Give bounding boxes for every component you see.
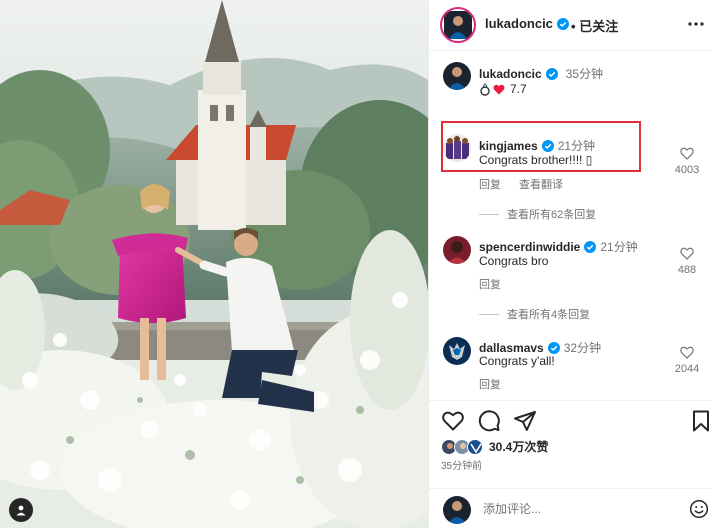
liker-avatar bbox=[467, 438, 483, 455]
commenter-avatar-image bbox=[443, 134, 471, 162]
reply-button[interactable]: 回复 bbox=[479, 276, 501, 292]
commenter-avatar[interactable] bbox=[443, 337, 471, 365]
commenter-avatar[interactable] bbox=[443, 236, 471, 264]
share-icon[interactable] bbox=[513, 409, 537, 433]
author-username[interactable]: lukadoncic bbox=[485, 16, 553, 31]
view-replies-button[interactable]: 查看所有62条回复 bbox=[479, 206, 596, 222]
replies-divider bbox=[479, 313, 499, 315]
smiley-icon[interactable] bbox=[689, 499, 709, 519]
commenter-username[interactable]: spencerdinwiddie bbox=[479, 240, 580, 254]
missing-glyph: ▯ bbox=[585, 153, 593, 167]
post-header: lukadoncic • 已关注 bbox=[429, 0, 712, 51]
caption-time[interactable]: 35分钟 bbox=[566, 65, 603, 82]
comment-item: dallasmavs 32分钟 Congrats y'all! 回复 2044 bbox=[429, 334, 712, 394]
verified-badge-icon bbox=[547, 341, 560, 354]
comment-text: Congrats bro bbox=[479, 254, 549, 268]
see-translation-button[interactable]: 查看翻译 bbox=[519, 176, 563, 192]
comment-message: Congrats brother!!!! bbox=[479, 153, 586, 167]
caption-text: 7.7 bbox=[479, 82, 527, 96]
likes-count[interactable]: 30.4万次赞 bbox=[489, 438, 548, 455]
proposal-photo-image bbox=[0, 0, 428, 528]
author-avatar[interactable] bbox=[440, 7, 476, 43]
post-detail-panel: lukadoncic • 已关注 lukadoncic 35分钟 7.7 kin… bbox=[428, 0, 712, 528]
caption-message: 7.7 bbox=[510, 82, 527, 96]
comment-actions: 回复 bbox=[479, 276, 501, 292]
commenter-avatar-image bbox=[443, 236, 471, 264]
comment-like-count: 2044 bbox=[674, 363, 700, 375]
heart-outline-icon[interactable] bbox=[680, 346, 694, 359]
comment-item: spencerdinwiddie 21分钟 Congrats bro 回复 48… bbox=[429, 233, 712, 323]
caption-header: lukadoncic 35分钟 bbox=[479, 65, 603, 82]
view-replies-label[interactable]: 查看所有62条回复 bbox=[507, 206, 596, 222]
follow-status-label[interactable]: 已关注 bbox=[579, 19, 618, 34]
caption-username[interactable]: lukadoncic bbox=[479, 67, 542, 81]
user-tag-icon bbox=[16, 505, 26, 516]
commenter-username[interactable]: kingjames bbox=[479, 139, 538, 153]
author-username-row[interactable]: lukadoncic bbox=[485, 16, 569, 31]
red-heart-icon bbox=[493, 84, 505, 94]
comment-time[interactable]: 21分钟 bbox=[600, 238, 637, 255]
author-avatar-image bbox=[444, 11, 472, 39]
caption-avatar[interactable] bbox=[443, 62, 471, 90]
view-replies-label[interactable]: 查看所有4条回复 bbox=[507, 306, 590, 322]
current-user-avatar-image bbox=[443, 496, 471, 524]
caption-avatar-image bbox=[443, 62, 471, 90]
follow-status[interactable]: • 已关注 bbox=[571, 16, 618, 35]
bookmark-icon[interactable] bbox=[689, 409, 712, 433]
commenter-username[interactable]: dallasmavs bbox=[479, 341, 544, 355]
view-replies-button[interactable]: 查看所有4条回复 bbox=[479, 306, 590, 322]
more-options-button[interactable] bbox=[685, 14, 707, 34]
tagged-users-button[interactable] bbox=[9, 498, 33, 522]
comment-actions: 回复 bbox=[479, 376, 501, 392]
comment-like-count: 4003 bbox=[674, 164, 700, 176]
reply-button[interactable]: 回复 bbox=[479, 376, 501, 392]
comment-like[interactable]: 2044 bbox=[673, 346, 701, 375]
comment-header: kingjames 21分钟 bbox=[479, 137, 595, 154]
verified-badge-icon bbox=[584, 240, 597, 253]
ring-icon bbox=[480, 82, 490, 96]
comment-like-count: 488 bbox=[677, 264, 697, 276]
heart-outline-icon[interactable] bbox=[680, 247, 694, 260]
comment-input[interactable] bbox=[483, 502, 663, 516]
replies-divider bbox=[479, 213, 499, 215]
more-horizontal-icon bbox=[688, 22, 704, 26]
likes-summary[interactable]: 30.4万次赞 bbox=[441, 438, 548, 455]
comment-time[interactable]: 21分钟 bbox=[558, 137, 595, 154]
comment-like[interactable]: 4003 bbox=[673, 147, 701, 176]
commenter-avatar[interactable] bbox=[443, 134, 471, 162]
heart-outline-icon[interactable] bbox=[680, 147, 694, 160]
comment-text: Congrats brother!!!! ▯ bbox=[479, 153, 592, 167]
comment-icon[interactable] bbox=[477, 409, 501, 433]
comment-like[interactable]: 488 bbox=[673, 247, 701, 276]
comment-actions: 回复 查看翻译 bbox=[479, 176, 563, 192]
mavs-logo-avatar bbox=[443, 337, 471, 365]
comment-header: spencerdinwiddie 21分钟 bbox=[479, 238, 638, 255]
add-comment-bar bbox=[429, 488, 712, 528]
post-action-bar bbox=[429, 400, 712, 438]
post-photo[interactable] bbox=[0, 0, 428, 528]
post-age[interactable]: 35分钟前 bbox=[441, 457, 482, 472]
comment-item: kingjames 21分钟 Congrats brother!!!! ▯ 回复… bbox=[429, 131, 712, 231]
dot-separator: • bbox=[571, 19, 576, 34]
verified-badge-icon bbox=[541, 139, 554, 152]
current-user-avatar bbox=[443, 496, 471, 524]
verified-badge-icon bbox=[545, 67, 558, 80]
verified-badge-icon bbox=[556, 17, 569, 30]
post-caption: lukadoncic 35分钟 7.7 bbox=[429, 60, 712, 100]
reply-button[interactable]: 回复 bbox=[479, 176, 501, 192]
comment-text: Congrats y'all! bbox=[479, 354, 555, 368]
heart-icon[interactable] bbox=[441, 409, 465, 433]
comment-time[interactable]: 32分钟 bbox=[564, 339, 601, 356]
